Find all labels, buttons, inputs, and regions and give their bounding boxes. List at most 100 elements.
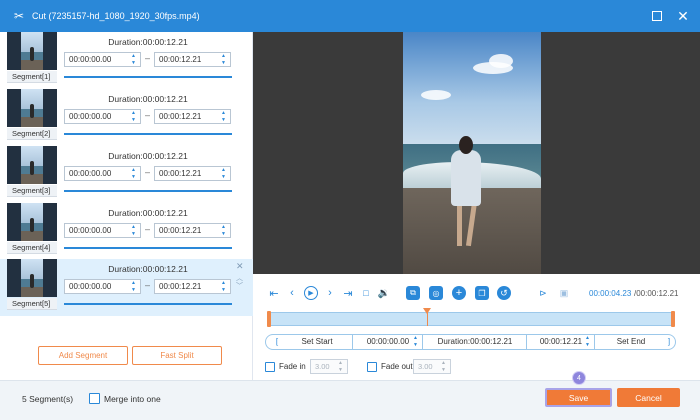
close-icon[interactable]: ✕ bbox=[676, 8, 690, 24]
segment-item[interactable]: Segment[4] Duration:00:00:12.21 00:00:00… bbox=[0, 203, 253, 260]
range-separator: – bbox=[145, 280, 151, 290]
segment-end-field[interactable]: 00:00:12.21 ▲ ▼ bbox=[154, 279, 231, 294]
segment-range-bar bbox=[64, 133, 232, 135]
play-icon[interactable]: ▶ bbox=[304, 286, 318, 300]
segment-start-field[interactable]: 00:00:00.00 ▲ ▼ bbox=[64, 166, 141, 181]
trim-edit-row: [ Set Start 00:00:00.00 ▲ ▼ Duration:00:00… bbox=[265, 334, 676, 350]
video-preview bbox=[253, 32, 700, 274]
range-separator: – bbox=[145, 224, 151, 234]
next-frame-icon[interactable]: › bbox=[323, 286, 337, 300]
spinner-icon[interactable]: ▲ ▼ bbox=[130, 111, 137, 123]
spinner-icon[interactable]: ▲ ▼ bbox=[130, 281, 137, 293]
segment-end-field[interactable]: 00:00:12.21 ▲ ▼ bbox=[154, 166, 231, 181]
jump-start-icon[interactable]: ⇤ bbox=[267, 286, 281, 300]
jump-end-icon[interactable]: ⇥ bbox=[341, 286, 355, 300]
segment-duration: Duration:00:00:12.21 bbox=[108, 37, 188, 47]
stop-icon[interactable]: □ bbox=[359, 286, 373, 300]
start-time-field[interactable]: 00:00:00.00 ▲ ▼ bbox=[354, 335, 422, 349]
fade-in-checkbox[interactable] bbox=[265, 362, 275, 372]
spinner-icon[interactable]: ▲ ▼ bbox=[584, 336, 591, 348]
spinner-icon[interactable]: ▲ ▼ bbox=[220, 225, 227, 237]
segment-end-field[interactable]: 00:00:12.21 ▲ ▼ bbox=[154, 223, 231, 238]
spinner-icon[interactable]: ▲ ▼ bbox=[337, 361, 344, 373]
add-icon[interactable]: + bbox=[452, 286, 466, 300]
segment-count: 5 Segment(s) bbox=[22, 394, 74, 404]
fade-out-checkbox[interactable] bbox=[367, 362, 377, 372]
segment-duration: Duration:00:00:12.21 bbox=[108, 94, 188, 104]
segment-start-field[interactable]: 00:00:00.00 ▲ ▼ bbox=[64, 223, 141, 238]
title-bar: ✂ Cut (7235157-hd_1080_1920_30fps.mp4) ✕ bbox=[0, 0, 700, 32]
merge-checkbox[interactable] bbox=[89, 393, 100, 404]
spinner-icon[interactable]: ▲ ▼ bbox=[220, 281, 227, 293]
move-down-icon[interactable]: ﹀ bbox=[236, 281, 243, 291]
spinner-icon[interactable]: ▲ ▼ bbox=[220, 111, 227, 123]
segment-range-bar bbox=[64, 247, 232, 249]
add-segment-button[interactable]: Add Segment bbox=[38, 346, 128, 365]
segment-range-bar bbox=[64, 190, 232, 192]
segment-thumbnail bbox=[7, 203, 57, 241]
spinner-icon[interactable]: ▲ ▼ bbox=[130, 168, 137, 180]
segment-item[interactable]: Segment[3] Duration:00:00:12.21 00:00:00… bbox=[0, 146, 253, 203]
timeline-end-handle[interactable] bbox=[671, 311, 675, 327]
segment-end-field[interactable]: 00:00:12.21 ▲ ▼ bbox=[154, 52, 231, 67]
spinner-icon[interactable]: ▲ ▼ bbox=[130, 54, 137, 66]
total-time: /00:00:12.21 bbox=[634, 289, 679, 298]
fade-in-field[interactable]: 3.00 ▲ ▼ bbox=[310, 359, 348, 374]
fade-out-field[interactable]: 3.00 ▲ ▼ bbox=[413, 359, 451, 374]
end-time-field[interactable]: 00:00:12.21 ▲ ▼ bbox=[528, 335, 594, 349]
segment-thumbnail bbox=[7, 89, 57, 127]
timeline-track[interactable] bbox=[267, 311, 675, 327]
set-end-button[interactable]: Set End bbox=[596, 335, 666, 349]
bracket-left-icon: [ bbox=[275, 337, 279, 346]
segment-end-field[interactable]: 00:00:12.21 ▲ ▼ bbox=[154, 109, 231, 124]
segment-list: Segment[1] Duration:00:00:12.21 00:00:00… bbox=[0, 32, 253, 380]
segment-start-field[interactable]: 00:00:00.00 ▲ ▼ bbox=[64, 279, 141, 294]
fade-in-label: Fade in bbox=[279, 362, 306, 371]
spinner-icon[interactable]: ▲ ▼ bbox=[220, 54, 227, 66]
segment-item-active[interactable]: Segment[5] Duration:00:00:12.21 00:00:00… bbox=[0, 259, 253, 316]
footer-bar: 5 Segment(s) Merge into one Save Cancel bbox=[0, 380, 700, 420]
fullscreen-icon[interactable]: ▣ bbox=[557, 286, 571, 300]
spinner-icon[interactable]: ▲ ▼ bbox=[412, 336, 419, 348]
segment-duration: Duration:00:00:12.21 bbox=[108, 151, 188, 161]
volume-icon[interactable]: 🔉 bbox=[377, 286, 391, 300]
fast-split-button[interactable]: Fast Split bbox=[132, 346, 222, 365]
fit-icon[interactable]: ⊳ bbox=[536, 286, 550, 300]
segment-item[interactable]: Segment[1] Duration:00:00:12.21 00:00:00… bbox=[0, 32, 253, 89]
step-badge: 4 bbox=[572, 371, 586, 385]
current-time: 00:00:04.23 bbox=[589, 289, 632, 298]
remove-segment-icon[interactable]: ✕ bbox=[236, 261, 244, 272]
duplicate-icon[interactable]: ❐ bbox=[475, 286, 489, 300]
fade-out-label: Fade out bbox=[381, 362, 413, 371]
segment-start-field[interactable]: 00:00:00.00 ▲ ▼ bbox=[64, 109, 141, 124]
segment-label: Segment[5] bbox=[7, 298, 57, 310]
range-separator: – bbox=[145, 167, 151, 177]
reset-icon[interactable]: ↺ bbox=[497, 286, 511, 300]
player-controls: ⇤ ‹ ▶ › ⇥ □ 🔉 ⧉ ◎ + ❐ ↺ ⊳ ▣ 00:00:04.23 … bbox=[253, 274, 700, 380]
segment-label: Segment[4] bbox=[7, 242, 57, 254]
spinner-icon[interactable]: ▲ ▼ bbox=[220, 168, 227, 180]
segment-label: Segment[1] bbox=[7, 71, 57, 83]
segment-start-field[interactable]: 00:00:00.00 ▲ ▼ bbox=[64, 52, 141, 67]
maximize-icon[interactable] bbox=[650, 9, 664, 23]
copy-segment-icon[interactable]: ⧉ bbox=[406, 286, 420, 300]
timeline-start-handle[interactable] bbox=[267, 311, 271, 327]
set-start-button[interactable]: Set Start bbox=[282, 335, 352, 349]
segment-range-bar bbox=[64, 76, 232, 78]
segment-thumbnail bbox=[7, 146, 57, 184]
playhead-line bbox=[426, 312, 428, 326]
range-separator: – bbox=[145, 110, 151, 120]
cancel-button[interactable]: Cancel bbox=[617, 388, 680, 407]
segment-label: Segment[3] bbox=[7, 185, 57, 197]
segment-item[interactable]: Segment[2] Duration:00:00:12.21 00:00:00… bbox=[0, 89, 253, 146]
bracket-right-icon: ] bbox=[667, 337, 671, 346]
prev-frame-icon[interactable]: ‹ bbox=[285, 286, 299, 300]
spinner-icon[interactable]: ▲ ▼ bbox=[440, 361, 447, 373]
snapshot-icon[interactable]: ◎ bbox=[429, 286, 443, 300]
merge-label: Merge into one bbox=[104, 394, 161, 404]
segment-duration: Duration:00:00:12.21 bbox=[108, 264, 188, 274]
spinner-icon[interactable]: ▲ ▼ bbox=[130, 225, 137, 237]
segment-duration: Duration:00:00:12.21 bbox=[108, 208, 188, 218]
save-button[interactable]: Save bbox=[545, 388, 612, 407]
scissors-icon: ✂ bbox=[13, 9, 25, 23]
